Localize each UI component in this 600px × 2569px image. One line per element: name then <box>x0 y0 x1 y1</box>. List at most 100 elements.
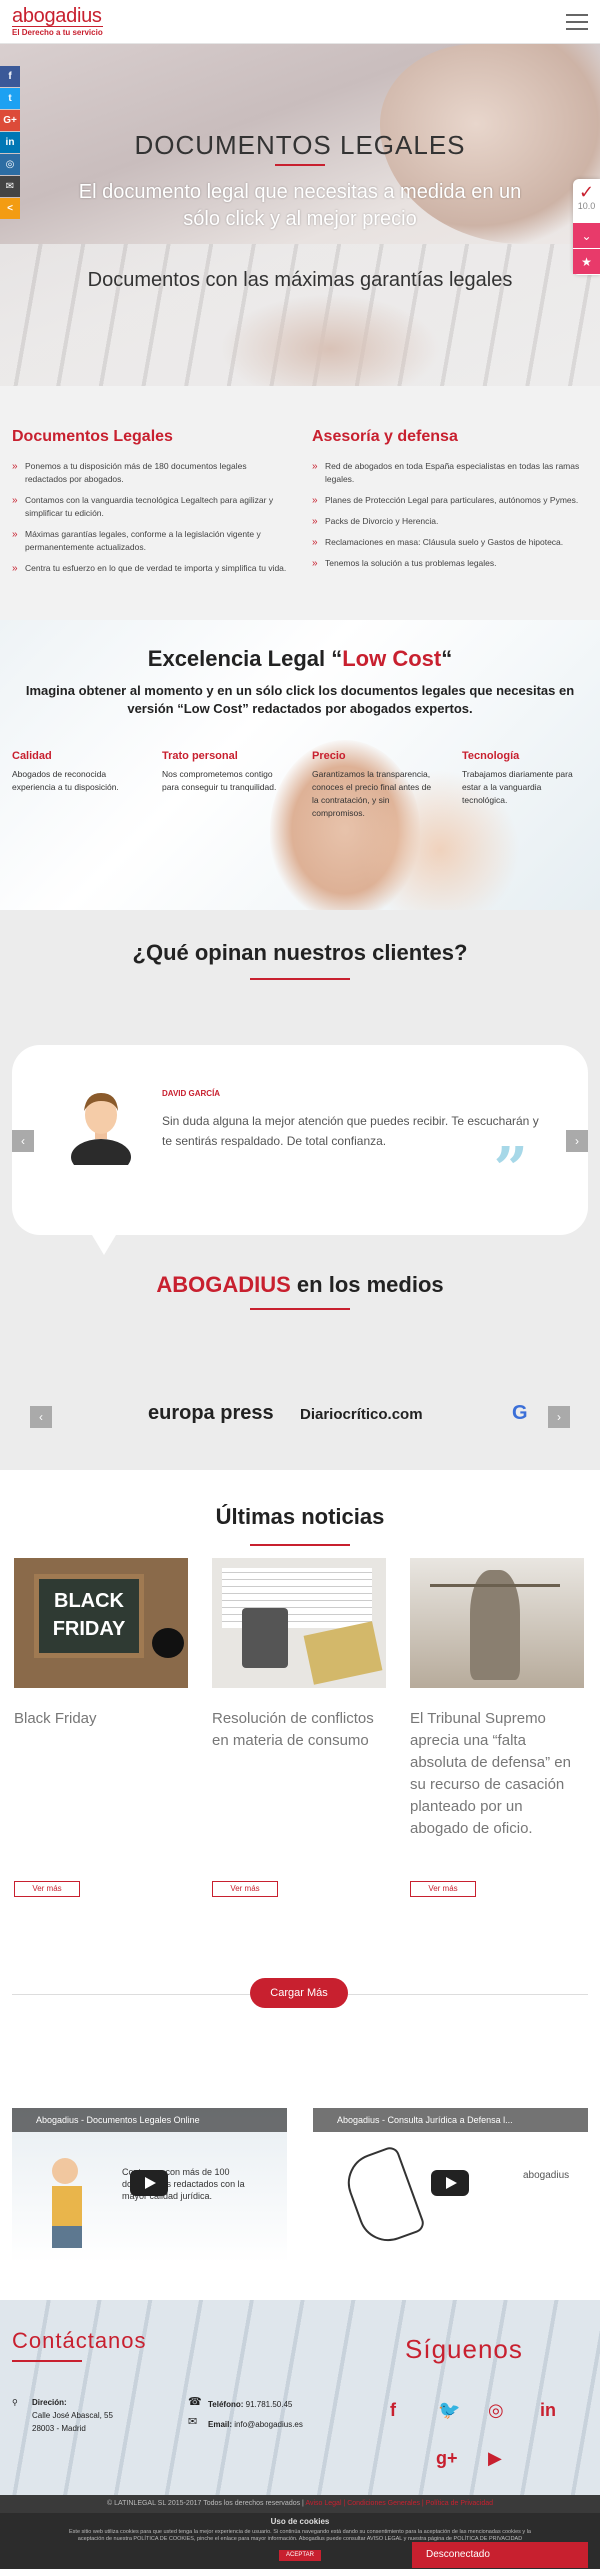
news-headline[interactable]: Black Friday <box>14 1708 188 1878</box>
social-share-bar: f t G+ in ◎ ✉ < <box>0 66 20 220</box>
contact-email[interactable]: Email: info@abogadius.es <box>208 2418 303 2431</box>
contact-title: Contáctanos <box>12 2328 147 2353</box>
cookie-text: Este sitio web utiliza cookies para que … <box>69 2529 531 2542</box>
media-logo-diariocritico[interactable]: Diariocrítico.com <box>300 1406 423 1423</box>
hero-subtitle: El documento legal que necesitas a medid… <box>78 181 522 230</box>
follow-title: Síguenos <box>405 2334 523 2364</box>
media-prev-button[interactable]: ‹ <box>30 1406 52 1428</box>
site-header: abogadius El Derecho a tu servicio <box>0 0 600 44</box>
testimonials-section: ¿Qué opinan nuestros clientes? DAVID GAR… <box>0 910 600 1470</box>
read-more-button[interactable]: Ver más <box>212 1881 278 1897</box>
section-title: Asesoría y defensa <box>312 428 458 445</box>
copyright: © LATINLEGAL SL 2015-2017 Todos los dere… <box>107 2500 304 2507</box>
news-image[interactable]: BLACK FRIDAY <box>14 1558 188 1688</box>
check-icon: ✓ <box>578 182 595 202</box>
list-item: Packs de Divorcio y Herencia. <box>312 515 587 528</box>
linkedin-icon[interactable]: in <box>0 132 20 153</box>
news-image[interactable] <box>212 1558 386 1688</box>
list-item: Máximas garantías legales, conforme a la… <box>12 528 287 554</box>
video-title: Abogadius - Documentos Legales Online <box>12 2108 287 2132</box>
read-more-button[interactable]: Ver más <box>410 1881 476 1897</box>
news-card: BLACK FRIDAY Black Friday Ver más <box>14 1558 188 1897</box>
news-headline[interactable]: El Tribunal Supremo aprecia una “falta a… <box>410 1708 584 1878</box>
load-more-button[interactable]: Cargar Más <box>250 1978 348 2008</box>
map-pin-icon: ⚲ <box>12 2398 18 2407</box>
news-headline[interactable]: Resolución de conflictos en materia de c… <box>212 1708 386 1878</box>
hero-banner: DOCUMENTOS LEGALES El documento legal qu… <box>0 44 600 386</box>
news-card: El Tribunal Supremo aprecia una “falta a… <box>410 1558 584 1897</box>
divider <box>12 2360 82 2362</box>
accept-cookies-button[interactable]: ACEPTAR <box>279 2550 321 2561</box>
news-section: Últimas noticias BLACK FRIDAY Black Frid… <box>0 1470 600 2300</box>
list-item: Planes de Protección Legal para particul… <box>312 494 587 507</box>
testimonial-quote: Sin duda alguna la mejor atención que pu… <box>162 1114 539 1148</box>
logo-name: abogadius <box>12 5 102 27</box>
services-advice: Asesoría y defensa Red de abogados en to… <box>312 428 587 578</box>
video-overlay-text: abogadius <box>523 2170 570 2181</box>
facebook-icon[interactable]: f <box>390 2400 396 2421</box>
contact-address: Direción: Calle José Abascal, 55 28003 -… <box>32 2398 113 2433</box>
cookie-title: Uso de cookies <box>270 2517 330 2526</box>
footer-links[interactable]: Aviso Legal | Condiciones Generales | Po… <box>305 2500 493 2507</box>
section-title: Excelencia Legal “Low Cost“ <box>147 646 453 671</box>
video-player[interactable]: Abogadius - Documentos Legales Online Co… <box>12 2108 287 2263</box>
carousel-next-button[interactable]: › <box>566 1130 588 1152</box>
read-more-button[interactable]: Ver más <box>14 1881 80 1897</box>
media-logo-europapress[interactable]: europa press <box>148 1402 274 1425</box>
twitter-icon[interactable]: 🐦 <box>438 2400 460 2421</box>
list-item: Red de abogados en toda España especiali… <box>312 460 587 486</box>
list-item: Contamos con la vanguardia tecnológica L… <box>12 494 287 520</box>
google-plus-icon[interactable]: g+ <box>436 2448 458 2469</box>
feature-price: Precio Garantizamos la transparencia, con… <box>312 750 432 818</box>
chevron-down-icon[interactable]: ⌄ <box>573 222 600 248</box>
twitter-icon[interactable]: t <box>0 88 20 109</box>
share-icon[interactable]: < <box>0 198 20 219</box>
play-icon[interactable] <box>130 2170 168 2196</box>
site-logo[interactable]: abogadius El Derecho a tu servicio <box>12 5 103 37</box>
divider <box>275 164 325 166</box>
lowcost-section: Excelencia Legal “Low Cost“ Imagina obte… <box>0 620 600 910</box>
instagram-icon[interactable]: ◎ <box>488 2400 504 2421</box>
star-icon[interactable]: ★ <box>573 248 600 274</box>
media-title: ABOGADIUS en los medios <box>156 1272 444 1297</box>
list-item: Centra tu esfuerzo en lo que de verdad t… <box>12 562 287 575</box>
email-icon[interactable]: ✉ <box>0 176 20 197</box>
play-icon[interactable] <box>431 2170 469 2196</box>
linkedin-icon[interactable]: in <box>540 2400 556 2421</box>
divider <box>250 1308 350 1310</box>
logo-tagline: El Derecho a tu servicio <box>12 26 103 37</box>
chat-widget[interactable]: Desconectado <box>412 2542 588 2568</box>
media-logo-google[interactable]: G <box>512 1402 528 1425</box>
avatar <box>71 1093 131 1165</box>
email-icon: ✉ <box>188 2416 198 2428</box>
youtube-icon[interactable]: ▶ <box>488 2448 502 2469</box>
list-item: Tenemos la solución a tus problemas lega… <box>312 557 587 570</box>
list-item: Ponemos a tu disposición más de 180 docu… <box>12 460 287 486</box>
video-title: Abogadius - Consulta Jurídica a Defensa … <box>313 2108 588 2132</box>
quote-icon: ” <box>493 1135 528 1205</box>
contact-section: Contáctanos ⚲ Direción: Calle José Abasc… <box>0 2300 600 2495</box>
menu-icon[interactable] <box>566 14 588 30</box>
services-section: Documentos Legales Ponemos a tu disposic… <box>0 386 600 620</box>
video-player[interactable]: Abogadius - Consulta Jurídica a Defensa … <box>313 2108 588 2263</box>
section-title: ¿Qué opinan nuestros clientes? <box>132 940 468 965</box>
testimonial-author: DAVID GARCÍA <box>162 1089 221 1098</box>
feature-quality: Calidad Abogados de reconocida experienci… <box>12 750 119 792</box>
feature-technology: Tecnología Trabajamos diariamente para es… <box>462 750 573 805</box>
contact-phone[interactable]: Teléfono: 91.781.50.45 <box>208 2398 292 2411</box>
section-subtitle: Imagina obtener al momento y en un sólo … <box>25 683 575 716</box>
google-plus-icon[interactable]: G+ <box>0 110 20 131</box>
hero-subtitle-2: Documentos con las máximas garantías leg… <box>87 269 513 291</box>
news-card: Resolución de conflictos en materia de c… <box>212 1558 386 1897</box>
news-image[interactable] <box>410 1558 584 1688</box>
media-next-button[interactable]: › <box>548 1406 570 1428</box>
rating-widget[interactable]: ✓ 10.0 ⌄ ★ <box>573 179 600 275</box>
carousel-prev-button[interactable]: ‹ <box>12 1130 34 1152</box>
facebook-icon[interactable]: f <box>0 66 20 87</box>
hero-title: DOCUMENTOS LEGALES <box>134 130 466 160</box>
services-documents: Documentos Legales Ponemos a tu disposic… <box>12 428 287 583</box>
divider <box>250 1544 350 1546</box>
site-footer: © LATINLEGAL SL 2015-2017 Todos los dere… <box>0 2495 600 2513</box>
instagram-icon[interactable]: ◎ <box>0 154 20 175</box>
phone-icon: ☎ <box>188 2396 202 2408</box>
